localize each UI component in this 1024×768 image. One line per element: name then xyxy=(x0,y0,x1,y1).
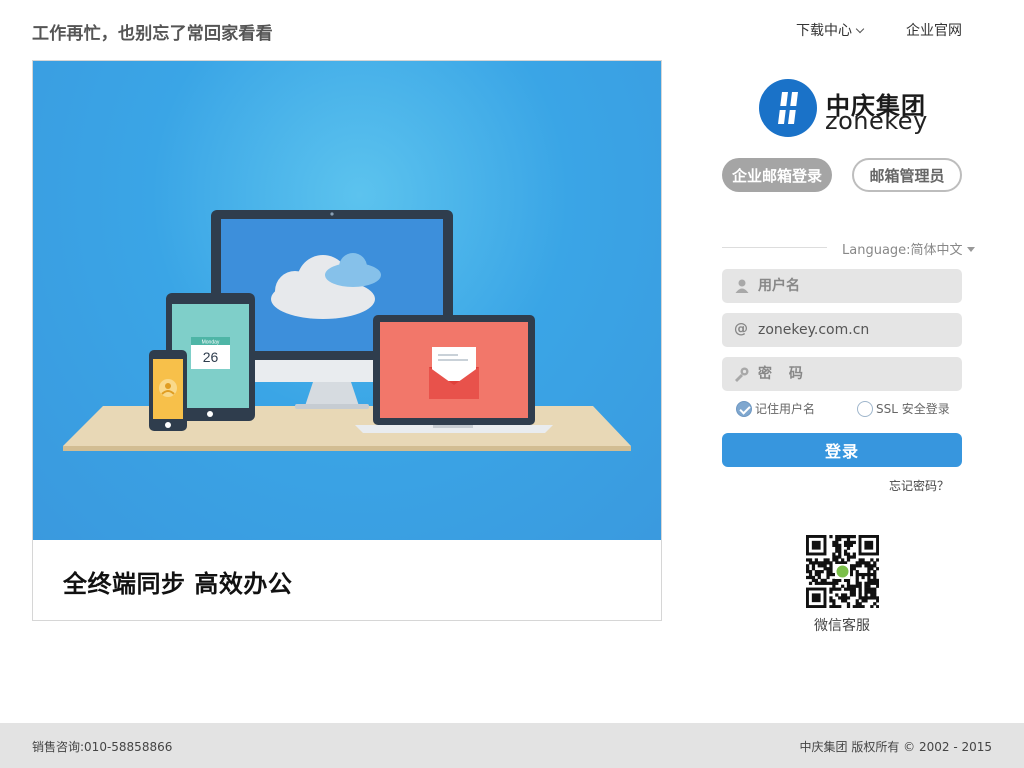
hero-panel: Monday 26 全终端同步 高效办公 xyxy=(32,60,662,621)
username-input[interactable] xyxy=(758,269,954,303)
remember-username-label: 记住用户名 xyxy=(755,402,816,416)
devices-illustration: Monday 26 xyxy=(33,61,661,540)
divider xyxy=(722,247,827,248)
official-site-link[interactable]: 企业官网 xyxy=(906,20,962,42)
calendar-month: Monday xyxy=(202,340,220,346)
page-slogan: 工作再忙，也别忘了常回家看看 xyxy=(32,24,273,44)
mailbox-admin-tab[interactable]: 邮箱管理员 xyxy=(852,158,962,192)
devices-illustration-svg: Monday 26 xyxy=(63,210,631,451)
checked-circle-icon xyxy=(736,400,752,417)
caret-down-icon xyxy=(966,247,975,252)
download-center-menu[interactable]: 下载中心 xyxy=(796,20,865,42)
hero-caption: 全终端同步 高效办公 xyxy=(63,570,293,598)
ssl-login-label: SSL 安全登录 xyxy=(876,402,950,416)
chevron-down-icon xyxy=(855,24,865,34)
language-label: Language:简体中文 xyxy=(842,243,963,258)
username-field-wrapper xyxy=(722,269,962,303)
company-logo: 中庆集团 zonekey xyxy=(730,78,962,137)
page-footer: 销售咨询:010-58858866 中庆集团 版权所有 © 2002 - 201… xyxy=(0,723,1024,768)
unchecked-circle-icon xyxy=(857,400,873,417)
copyright: 中庆集团 版权所有 © 2002 - 2015 xyxy=(799,740,992,754)
domain-field-wrapper: @ xyxy=(722,313,962,347)
calendar-day: 26 xyxy=(203,349,219,365)
domain-input[interactable] xyxy=(758,313,954,347)
sales-contact: 销售咨询:010-58858866 xyxy=(32,740,173,754)
key-icon xyxy=(735,367,749,382)
wechat-support-label: 微信客服 xyxy=(814,618,870,634)
logo-english-name: zonekey xyxy=(825,107,928,135)
user-icon xyxy=(735,279,749,293)
wechat-qr-code xyxy=(806,535,879,608)
remember-username-checkbox[interactable]: 记住用户名 xyxy=(736,400,815,417)
password-input[interactable] xyxy=(758,357,954,391)
ssl-login-checkbox[interactable]: SSL 安全登录 xyxy=(857,400,950,417)
forgot-password-link[interactable]: 忘记密码？ xyxy=(889,477,949,494)
zonekey-logo-icon xyxy=(759,79,817,137)
at-icon: @ xyxy=(734,321,748,337)
password-field-wrapper xyxy=(722,357,962,391)
login-button[interactable]: 登录 xyxy=(722,433,962,467)
download-center-label: 下载中心 xyxy=(796,23,852,39)
language-selector[interactable]: Language:简体中文 xyxy=(842,239,975,258)
enterprise-login-tab[interactable]: 企业邮箱登录 xyxy=(722,158,832,192)
